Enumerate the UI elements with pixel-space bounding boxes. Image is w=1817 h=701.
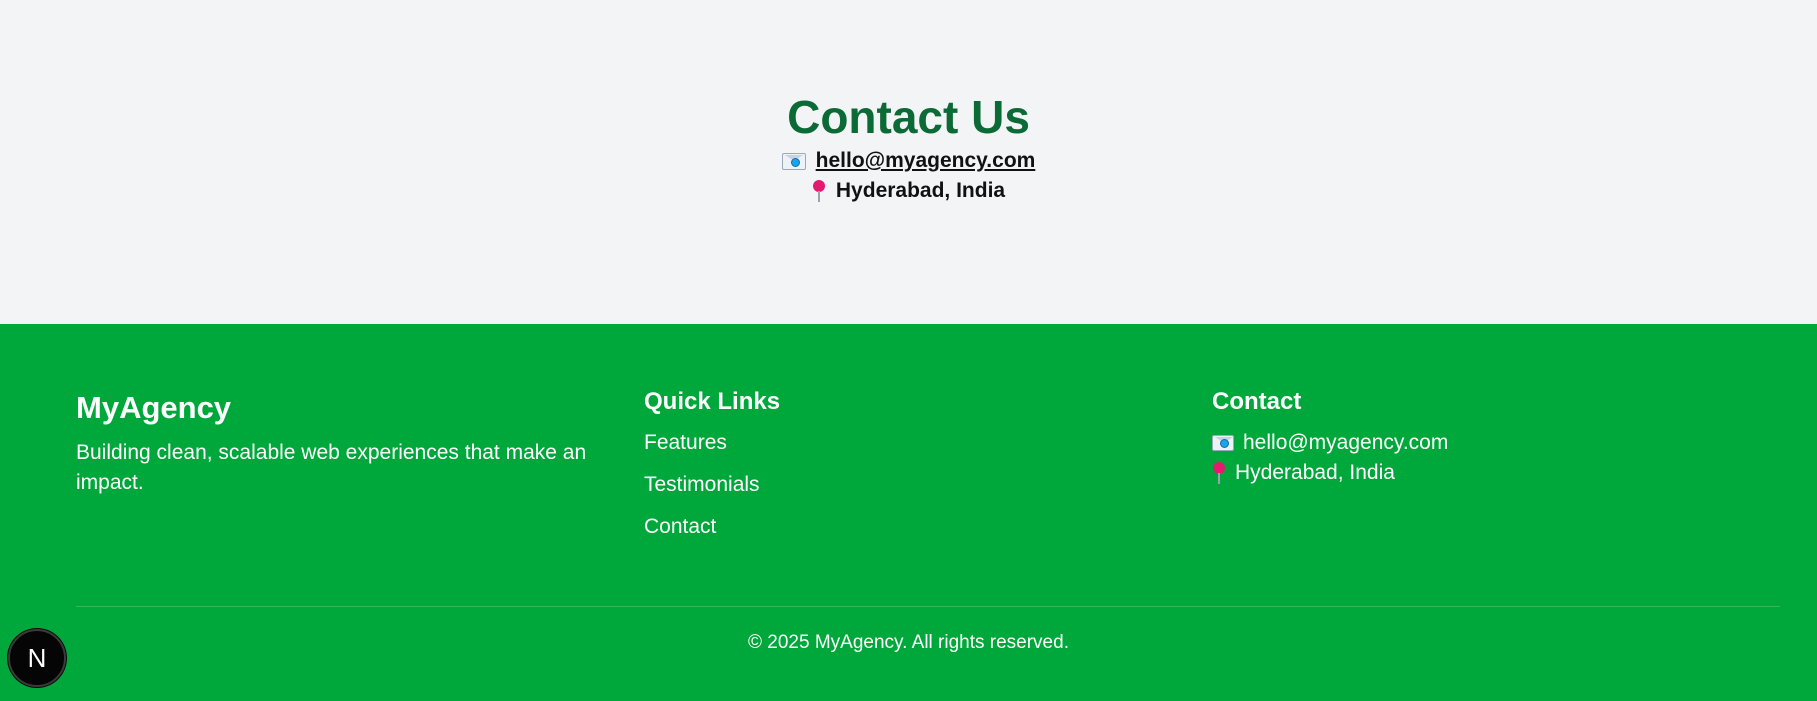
footer-brand-description: Building clean, scalable web experiences… (76, 441, 587, 494)
footer-contact-heading: Contact (1212, 388, 1302, 415)
contact-title: Contact Us (787, 91, 1030, 143)
site-footer: MyAgency Building clean, scalable web ex… (0, 324, 1817, 701)
envelope-icon (1212, 435, 1234, 451)
footer-email-row: hello@myagency.com (1212, 428, 1780, 458)
quick-links-list: Features Testimonials Contact (644, 428, 1212, 542)
nextjs-dev-badge[interactable]: N (8, 629, 66, 687)
contact-section: Contact Us hello@myagency.com Hyderabad,… (0, 0, 1817, 324)
contact-email-row: hello@myagency.com (781, 146, 1036, 176)
footer-divider (76, 606, 1780, 607)
contact-location-row: Hyderabad, India (812, 176, 1005, 206)
pushpin-icon (812, 180, 826, 202)
footer-brand-name: MyAgency (76, 390, 232, 425)
contact-email-link[interactable]: hello@myagency.com (816, 146, 1036, 176)
envelope-icon (781, 152, 806, 170)
footer-quick-links-column: Quick Links Features Testimonials Contac… (644, 386, 1212, 554)
footer-columns: MyAgency Building clean, scalable web ex… (76, 386, 1780, 554)
footer-location-row: Hyderabad, India (1212, 458, 1780, 488)
pushpin-icon (1212, 462, 1226, 484)
quick-link-contact[interactable]: Contact (644, 512, 1212, 542)
footer-contact-details: hello@myagency.com Hyderabad, India (1212, 428, 1780, 488)
footer-contact-column: Contact hello@myagency.com Hyderabad, In… (1212, 386, 1780, 554)
nextjs-logo-icon: N (27, 642, 47, 673)
footer-email: hello@myagency.com (1243, 431, 1449, 454)
quick-link-testimonials[interactable]: Testimonials (644, 470, 1212, 500)
footer-location: Hyderabad, India (1235, 461, 1395, 484)
quick-link-features[interactable]: Features (644, 428, 1212, 458)
footer-copyright: © 2025 MyAgency. All rights reserved. (748, 632, 1069, 653)
footer-brand-column: MyAgency Building clean, scalable web ex… (76, 386, 644, 554)
quick-links-heading: Quick Links (644, 388, 781, 415)
contact-location: Hyderabad, India (835, 179, 1006, 202)
